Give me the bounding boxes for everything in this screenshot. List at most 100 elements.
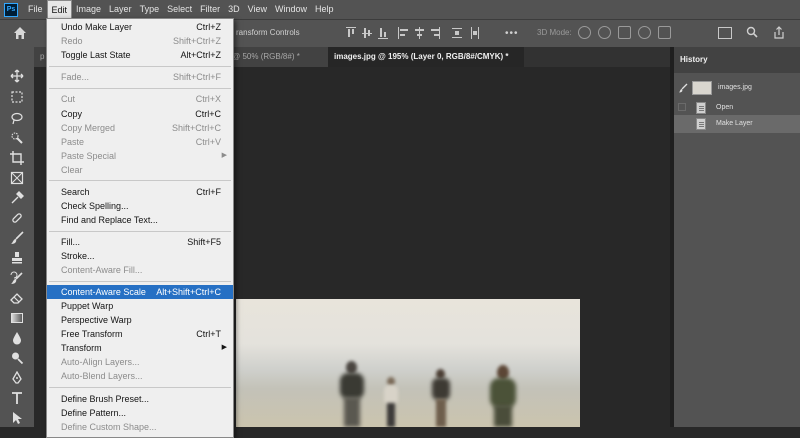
menu-item-define-custom-shape[interactable]: Define Custom Shape... <box>47 420 233 434</box>
more-options-icon[interactable]: ••• <box>505 29 519 39</box>
workspace-icon[interactable] <box>718 27 732 39</box>
show-transform-controls-label[interactable]: ransform Controls <box>236 28 300 37</box>
menu-select[interactable]: Select <box>163 0 196 19</box>
menu-item-stroke[interactable]: Stroke... <box>47 249 233 263</box>
menu-item-toggle-last-state[interactable]: Toggle Last State Alt+Ctrl+Z <box>47 48 233 62</box>
roll-3d-icon[interactable] <box>598 26 611 39</box>
blur-tool-icon[interactable] <box>10 331 24 345</box>
home-icon[interactable] <box>12 25 28 41</box>
history-brush-source-icon[interactable] <box>678 83 688 93</box>
frame-tool-icon[interactable] <box>10 171 24 185</box>
marquee-tool-icon[interactable] <box>10 90 24 104</box>
menu-item-paste-special[interactable]: Paste Special ▶ <box>47 149 233 163</box>
scale-3d-icon[interactable] <box>658 26 671 39</box>
history-panel-title[interactable]: History <box>680 55 708 64</box>
menu-help[interactable]: Help <box>311 0 338 19</box>
submenu-arrow-icon: ▶ <box>221 152 227 159</box>
menu-item-define-brush-preset[interactable]: Define Brush Preset... <box>47 392 233 406</box>
history-item-checkbox[interactable] <box>678 119 686 127</box>
menu-separator <box>49 180 231 181</box>
menu-item-puppet-warp[interactable]: Puppet Warp <box>47 299 233 313</box>
menu-layer[interactable]: Layer <box>105 0 136 19</box>
share-icon[interactable] <box>772 26 786 40</box>
menu-item-transform[interactable]: Transform ▶ <box>47 341 233 355</box>
image-figure-child-2 <box>432 369 450 427</box>
menu-item-find-replace[interactable]: Find and Replace Text... <box>47 213 233 227</box>
document-tab-2[interactable]: images.jpg @ 195% (Layer 0, RGB/8#/CMYK)… <box>328 47 524 67</box>
menu-item-copy[interactable]: Copy Ctrl+C <box>47 107 233 121</box>
menu-edit[interactable]: Edit <box>46 0 73 19</box>
menu-3d[interactable]: 3D <box>224 0 244 19</box>
pen-tool-icon[interactable] <box>10 371 24 385</box>
dodge-tool-icon[interactable] <box>10 351 24 365</box>
menu-file[interactable]: File <box>24 0 47 19</box>
history-snapshot-label: images.jpg <box>718 84 752 91</box>
search-icon[interactable] <box>746 26 758 38</box>
menu-item-undo[interactable]: Undo Make Layer Ctrl+Z <box>47 20 233 34</box>
menu-item-free-transform[interactable]: Free Transform Ctrl+T <box>47 327 233 341</box>
3d-mode-label: 3D Mode: <box>537 28 572 37</box>
snapshot-thumbnail <box>692 81 712 95</box>
history-state-icon <box>696 102 706 114</box>
menu-window[interactable]: Window <box>271 0 311 19</box>
menu-item-copy-merged[interactable]: Copy Merged Shift+Ctrl+C <box>47 121 233 135</box>
history-item-checkbox[interactable] <box>678 103 686 111</box>
pan-3d-icon[interactable] <box>618 26 631 39</box>
menu-separator <box>49 281 231 282</box>
menu-item-clear[interactable]: Clear <box>47 163 233 177</box>
clone-stamp-tool-icon[interactable] <box>10 251 24 265</box>
align-bottom-icon[interactable] <box>378 27 388 39</box>
history-panel: History images.jpg Open Make Layer <box>674 47 800 427</box>
align-right-icon[interactable] <box>430 27 440 39</box>
align-left-icon[interactable] <box>398 27 408 39</box>
lasso-tool-icon[interactable] <box>10 111 24 125</box>
menu-item-perspective-warp[interactable]: Perspective Warp <box>47 313 233 327</box>
menu-item-define-pattern[interactable]: Define Pattern... <box>47 406 233 420</box>
menu-item-fade[interactable]: Fade... Shift+Ctrl+F <box>47 70 233 84</box>
gradient-tool-icon[interactable] <box>10 311 24 325</box>
image-figure-adult-2 <box>488 365 518 427</box>
menu-item-check-spelling[interactable]: Check Spelling... <box>47 199 233 213</box>
document-image[interactable] <box>236 299 580 427</box>
menu-item-fill[interactable]: Fill... Shift+F5 <box>47 235 233 249</box>
healing-brush-tool-icon[interactable] <box>10 211 24 225</box>
image-figure-child-1 <box>384 377 398 427</box>
menu-item-redo[interactable]: Redo Shift+Ctrl+Z <box>47 34 233 48</box>
distribute-vertical-icon[interactable] <box>452 27 462 39</box>
align-vcenter-icon[interactable] <box>362 27 372 39</box>
tools-panel <box>0 47 35 427</box>
menu-separator <box>49 387 231 388</box>
menu-item-content-aware-fill[interactable]: Content-Aware Fill... <box>47 263 233 277</box>
crop-tool-icon[interactable] <box>10 151 24 165</box>
history-item-make-layer[interactable]: Make Layer <box>674 115 800 133</box>
align-top-icon[interactable] <box>346 27 356 39</box>
brush-tool-icon[interactable] <box>10 231 24 245</box>
menu-separator <box>49 231 231 232</box>
photoshop-logo-icon: Ps <box>4 2 18 17</box>
menu-item-content-aware-scale[interactable]: Content-Aware Scale Alt+Shift+Ctrl+C <box>47 285 233 299</box>
menu-item-paste[interactable]: Paste Ctrl+V <box>47 135 233 149</box>
quick-selection-tool-icon[interactable] <box>10 131 24 145</box>
orbit-3d-icon[interactable] <box>578 26 591 39</box>
slide-3d-icon[interactable] <box>638 26 651 39</box>
align-hcenter-icon[interactable] <box>414 27 424 39</box>
history-item-label: Make Layer <box>716 120 753 127</box>
menubar: Ps File Edit Image Layer Type Select Fil… <box>0 0 800 19</box>
eraser-tool-icon[interactable] <box>10 291 24 305</box>
document-tab-1-prefix: p <box>40 52 45 61</box>
menu-view[interactable]: View <box>244 0 271 19</box>
move-tool-icon[interactable] <box>10 69 24 83</box>
type-tool-icon[interactable] <box>10 391 24 405</box>
menu-type[interactable]: Type <box>136 0 164 19</box>
eyedropper-tool-icon[interactable] <box>10 191 24 205</box>
menu-filter[interactable]: Filter <box>196 0 224 19</box>
menu-item-auto-blend-layers[interactable]: Auto-Blend Layers... <box>47 369 233 383</box>
history-snapshot[interactable]: images.jpg <box>674 79 800 97</box>
menu-image[interactable]: Image <box>72 0 105 19</box>
menu-item-search[interactable]: Search Ctrl+F <box>47 185 233 199</box>
history-brush-tool-icon[interactable] <box>10 271 24 285</box>
menu-item-cut[interactable]: Cut Ctrl+X <box>47 92 233 106</box>
menu-item-auto-align-layers[interactable]: Auto-Align Layers... <box>47 355 233 369</box>
path-selection-tool-icon[interactable] <box>10 411 24 425</box>
distribute-horizontal-icon[interactable] <box>470 27 480 39</box>
